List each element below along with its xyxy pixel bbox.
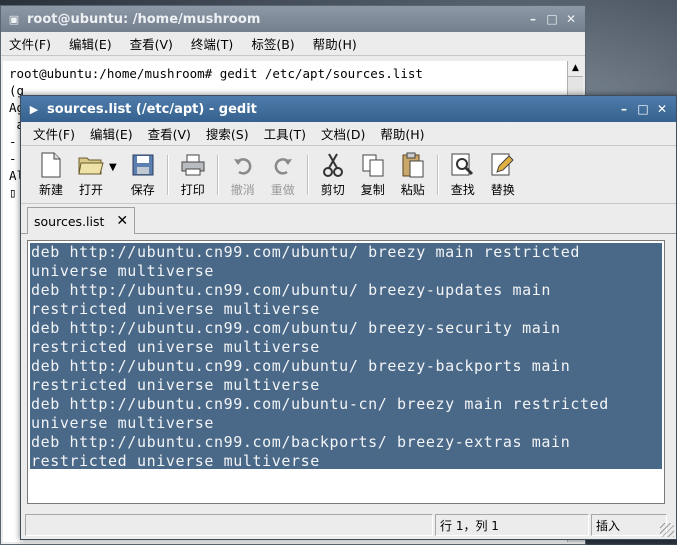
- replace-pencil-icon: [490, 152, 516, 178]
- replace-label: 替换: [490, 182, 515, 197]
- text-editor[interactable]: deb http://ubuntu.cn99.com/ubuntu/ breez…: [27, 240, 665, 504]
- minimize-button[interactable]: –: [616, 101, 632, 117]
- menu-file[interactable]: 文件(F): [33, 124, 75, 143]
- terminal-title: root@ubuntu: /home/mushroom: [27, 11, 261, 27]
- maximize-button[interactable]: □: [635, 101, 651, 117]
- paste-label: 粘贴: [400, 182, 425, 197]
- paste-clipboard-icon: [400, 152, 426, 178]
- menu-tabs[interactable]: 标签(B): [251, 34, 294, 53]
- menu-edit[interactable]: 编辑(E): [90, 124, 133, 143]
- maximize-button[interactable]: □: [544, 11, 560, 27]
- open-label: 打开: [78, 182, 103, 197]
- open-button[interactable]: 打开: [73, 152, 109, 198]
- paste-button[interactable]: 粘贴: [395, 152, 431, 198]
- tab-sources-list[interactable]: sources.list ✕: [27, 207, 136, 234]
- scissors-icon: [320, 152, 346, 178]
- text-line: deb http://ubuntu.cn99.com/ubuntu-cn/ br…: [31, 395, 609, 413]
- resize-grip-icon[interactable]: [660, 523, 674, 537]
- gedit-titlebar[interactable]: ▶ sources.list (/etc/apt) - gedit – □ ✕: [21, 96, 676, 122]
- terminal-icon: ▣: [8, 12, 20, 26]
- menu-documents[interactable]: 文档(D): [321, 124, 365, 143]
- print-button[interactable]: 打印: [175, 152, 211, 198]
- save-floppy-icon: [130, 152, 156, 178]
- text-line: deb http://ubuntu.cn99.com/ubuntu/ breez…: [31, 319, 561, 337]
- open-recent-dropdown-icon[interactable]: ▼: [109, 162, 117, 173]
- text-line: universe multiverse: [31, 262, 214, 280]
- close-button[interactable]: ✕: [654, 101, 670, 117]
- redo-arrow-icon: [270, 152, 296, 178]
- gedit-window: ▶ sources.list (/etc/apt) - gedit – □ ✕ …: [20, 95, 677, 540]
- terminal-line: root@ubuntu:/home/mushroom# gedit /etc/a…: [9, 66, 423, 81]
- text-line: deb http://ubuntu.cn99.com/ubuntu/ breez…: [31, 243, 580, 261]
- toolbar-separator: [436, 154, 439, 195]
- new-document-icon: [38, 152, 64, 178]
- gedit-app-icon: ▶: [29, 102, 39, 116]
- redo-button[interactable]: 重做: [265, 152, 301, 198]
- save-label: 保存: [130, 182, 155, 197]
- menu-tools[interactable]: 工具(T): [264, 124, 306, 143]
- text-line: restricted universe multiverse: [31, 452, 320, 470]
- replace-button[interactable]: 替换: [485, 152, 521, 198]
- text-line: deb http://ubuntu.cn99.com/ubuntu/ breez…: [31, 281, 552, 299]
- minimize-button[interactable]: –: [525, 11, 541, 27]
- menu-help[interactable]: 帮助(H): [380, 124, 424, 143]
- terminal-titlebar[interactable]: ▣ root@ubuntu: /home/mushroom – □ ✕: [1, 6, 585, 32]
- toolbar-separator: [306, 154, 309, 195]
- status-message: [25, 514, 433, 536]
- copy-button[interactable]: 复制: [355, 152, 391, 198]
- undo-arrow-icon: [230, 152, 256, 178]
- new-label: 新建: [38, 182, 63, 197]
- tab-label: sources.list: [34, 213, 105, 229]
- copy-icon: [360, 152, 386, 178]
- menu-terminal[interactable]: 终端(T): [191, 34, 233, 53]
- save-button[interactable]: 保存: [125, 152, 161, 198]
- copy-label: 复制: [360, 182, 385, 197]
- text-line: restricted universe multiverse: [31, 338, 320, 356]
- find-magnifier-icon: [450, 152, 476, 178]
- find-label: 查找: [450, 182, 475, 197]
- gedit-title: sources.list (/etc/apt) - gedit: [47, 101, 257, 117]
- document-tabbar: sources.list ✕: [21, 204, 676, 234]
- text-line: universe multiverse: [31, 414, 214, 432]
- terminal-menubar: 文件(F) 编辑(E) 查看(V) 终端(T) 标签(B) 帮助(H): [1, 32, 585, 56]
- undo-label: 撤消: [230, 182, 255, 197]
- find-button[interactable]: 查找: [445, 152, 481, 198]
- print-label: 打印: [180, 182, 205, 197]
- redo-label: 重做: [270, 182, 295, 197]
- menu-edit[interactable]: 编辑(E): [69, 34, 112, 53]
- new-button[interactable]: 新建: [33, 152, 69, 198]
- scroll-up-arrow-icon[interactable]: ▲: [568, 61, 583, 77]
- folder-open-icon: [78, 152, 104, 178]
- toolbar-separator: [216, 154, 219, 195]
- statusbar: 行 1，列 1 插入: [25, 514, 673, 536]
- text-line: deb http://ubuntu.cn99.com/backports/ br…: [31, 433, 571, 451]
- document-text[interactable]: deb http://ubuntu.cn99.com/ubuntu/ breez…: [31, 243, 609, 471]
- gedit-menubar: 文件(F) 编辑(E) 查看(V) 搜索(S) 工具(T) 文档(D) 帮助(H…: [21, 122, 676, 146]
- menu-help[interactable]: 帮助(H): [313, 34, 357, 53]
- close-button[interactable]: ✕: [563, 11, 579, 27]
- menu-view[interactable]: 查看(V): [148, 124, 191, 143]
- text-line: restricted universe multiverse: [31, 300, 320, 318]
- menu-file[interactable]: 文件(F): [9, 34, 51, 53]
- gedit-toolbar: 新建 打开 ▼ 保存 打印 撤消 重做 剪切 复制 粘贴 查找 替换: [21, 146, 676, 204]
- tab-close-icon[interactable]: ✕: [116, 213, 128, 229]
- insert-mode: 插入: [591, 514, 667, 536]
- text-line: restricted universe multiverse: [31, 376, 320, 394]
- cut-button[interactable]: 剪切: [315, 152, 351, 198]
- menu-view[interactable]: 查看(V): [130, 34, 173, 53]
- text-line: deb http://ubuntu.cn99.com/ubuntu/ breez…: [31, 357, 571, 375]
- printer-icon: [180, 152, 206, 178]
- menu-search[interactable]: 搜索(S): [206, 124, 249, 143]
- cursor-position: 行 1，列 1: [435, 514, 589, 536]
- undo-button[interactable]: 撤消: [225, 152, 261, 198]
- toolbar-separator: [166, 154, 169, 195]
- cut-label: 剪切: [320, 182, 345, 197]
